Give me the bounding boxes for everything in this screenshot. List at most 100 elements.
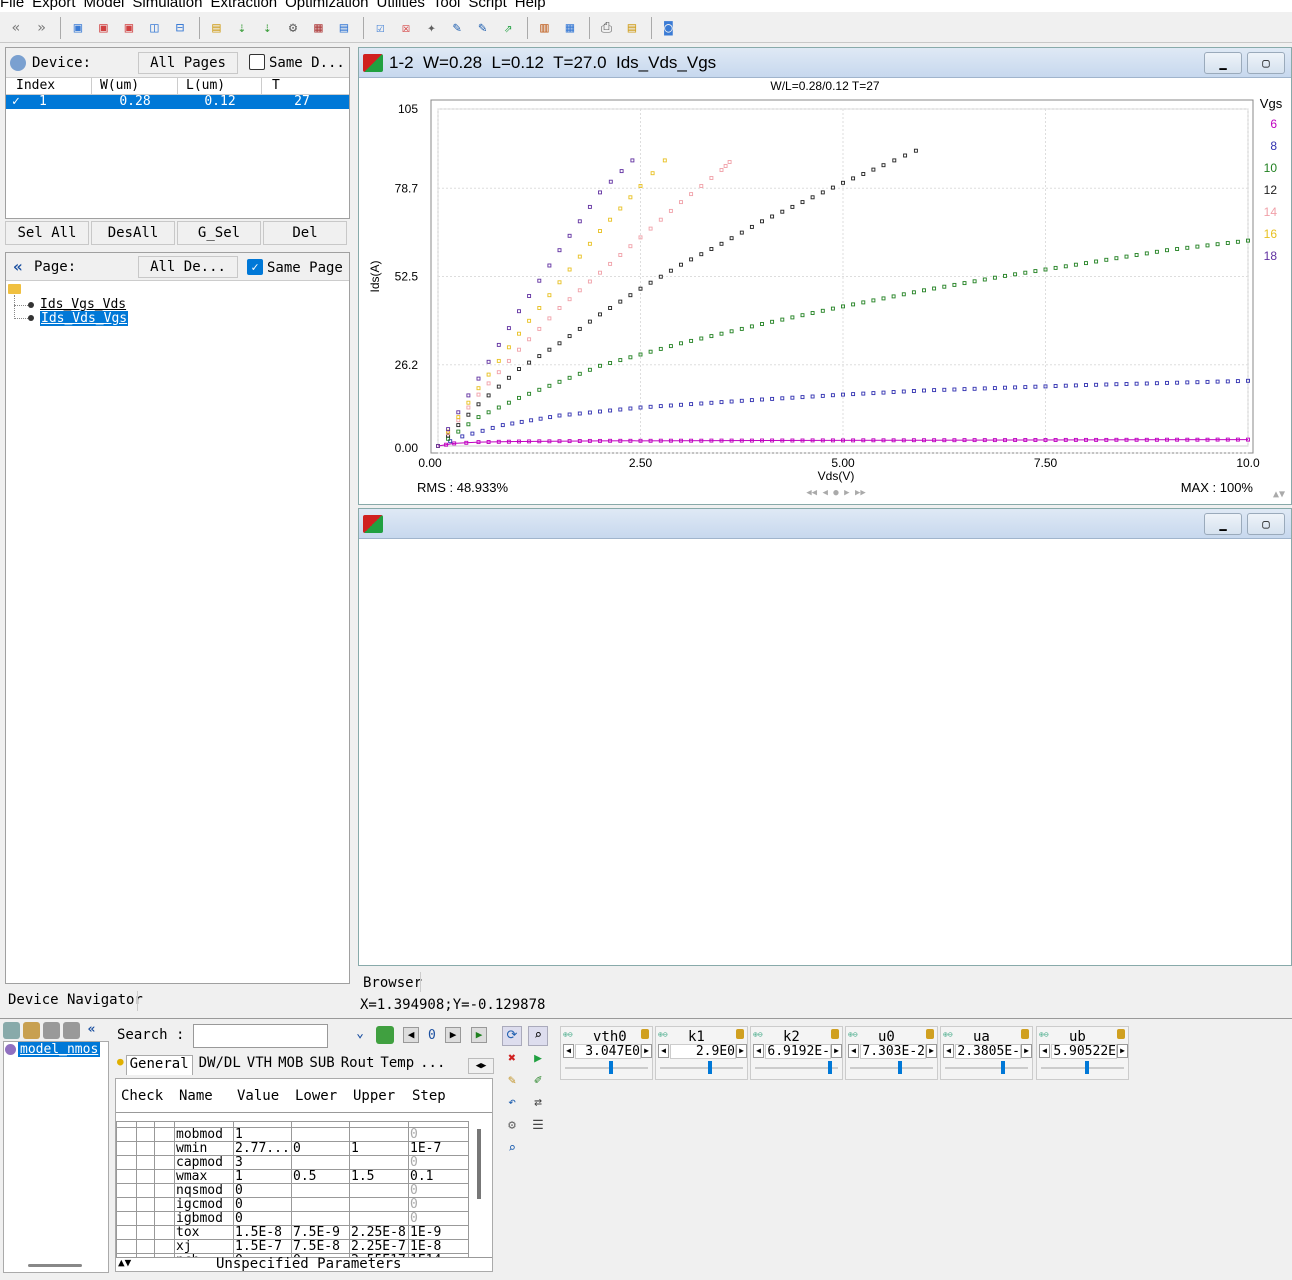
next-icon[interactable]: ▶	[445, 1027, 461, 1043]
slider-thumb[interactable]	[1001, 1061, 1006, 1074]
row-check-cell[interactable]	[154, 1127, 175, 1142]
parameter-slider-k1[interactable]: ⊕⊖ k1 ◀ 2.9E0 ▶	[655, 1026, 748, 1080]
decrement-button[interactable]: ◀	[848, 1044, 859, 1058]
table-row[interactable]: tox 1.5E-8 7.5E-9 2.25E-8 1E-9	[116, 1225, 469, 1240]
param-step[interactable]: 0	[408, 1155, 469, 1170]
table-icon[interactable]: ▦	[558, 16, 582, 40]
check-list-icon[interactable]: ☑	[369, 16, 393, 40]
slider-thumb[interactable]	[897, 1061, 902, 1074]
increment-button[interactable]: ▶	[641, 1044, 652, 1058]
new-window-icon[interactable]: ▣	[66, 16, 90, 40]
link-icon[interactable]: ⊕⊖	[658, 1030, 668, 1039]
lock-icon[interactable]	[831, 1029, 839, 1039]
row-check-cell[interactable]	[136, 1127, 155, 1142]
tab-temp[interactable]: Temp	[380, 1055, 414, 1075]
row-check-cell[interactable]	[116, 1211, 137, 1226]
menu-item[interactable]: Model	[84, 0, 125, 11]
slider-thumb[interactable]	[827, 1061, 832, 1074]
table-row[interactable]: nqsmod 0 0	[116, 1183, 469, 1198]
row-check-cell[interactable]	[154, 1225, 175, 1240]
brush-icon[interactable]: ✎	[502, 1072, 522, 1092]
param-lower[interactable]	[291, 1197, 350, 1212]
param-step[interactable]: 0	[408, 1211, 469, 1226]
param-upper[interactable]	[349, 1211, 409, 1226]
unlink-icon[interactable]	[63, 1022, 80, 1039]
compare-icon[interactable]: ⇄	[528, 1094, 548, 1114]
page-item[interactable]: Ids_Vgs_Vds	[40, 297, 126, 312]
table-row[interactable]: wmax 1 0.5 1.5 0.1	[116, 1169, 469, 1184]
menu-item[interactable]: Export	[32, 0, 75, 11]
book-icon[interactable]: ▥	[533, 16, 557, 40]
increment-button[interactable]: ▶	[736, 1044, 747, 1058]
device-row[interactable]: ✓ 1 0.28 0.12 27	[6, 95, 349, 109]
row-check-cell[interactable]	[116, 1127, 137, 1142]
param-step[interactable]: 1E-8	[408, 1239, 469, 1254]
param-lower[interactable]	[291, 1183, 350, 1198]
row-check-cell[interactable]	[116, 1141, 137, 1156]
link-icon[interactable]: ⊕⊖	[943, 1030, 953, 1039]
param-step[interactable]: 0	[408, 1127, 469, 1142]
decrement-button[interactable]: ◀	[563, 1044, 574, 1058]
minimize-button[interactable]: ▁	[1204, 51, 1242, 74]
param-upper[interactable]: 1	[349, 1141, 409, 1156]
page-icon[interactable]: ▦	[307, 16, 331, 40]
sort-arrows-icon[interactable]: ▲▼	[118, 1256, 131, 1269]
slider-track[interactable]	[660, 1067, 743, 1069]
tab-mob[interactable]: MOB	[278, 1055, 303, 1075]
all-devices-button[interactable]: All De...	[138, 256, 238, 278]
unspecified-parameters[interactable]: Unspecified Parameters	[216, 1256, 401, 1271]
param-lower[interactable]: 0.5	[291, 1169, 350, 1184]
link-icon[interactable]: ⊕⊖	[848, 1030, 858, 1039]
prev-icon[interactable]: ◀	[403, 1027, 419, 1043]
open-folder-icon[interactable]: ▤	[205, 16, 229, 40]
back-icon[interactable]: «	[4, 16, 28, 40]
go-icon[interactable]: ▶	[471, 1027, 487, 1043]
menu-item[interactable]: Extraction	[210, 0, 277, 11]
edit-icon[interactable]: ✐	[528, 1072, 548, 1092]
settings-gear-icon[interactable]: ⚙	[281, 16, 305, 40]
maximize-button[interactable]: ▢	[1247, 51, 1285, 74]
decrement-button[interactable]: ◀	[658, 1044, 669, 1058]
row-check-cell[interactable]	[136, 1225, 155, 1240]
refresh-icon[interactable]: ⟳	[502, 1026, 522, 1046]
parameter-slider-u0[interactable]: ⊕⊖ u0 ◀ 7.303E-2 ▶	[845, 1026, 938, 1080]
delete-window-icon[interactable]: ▣	[117, 16, 141, 40]
param-upper[interactable]: 2.25E-7	[349, 1239, 409, 1254]
param-value[interactable]: 1.5E-7	[233, 1239, 292, 1254]
param-lower[interactable]: 7.5E-9	[291, 1225, 350, 1240]
slider-track[interactable]	[565, 1067, 648, 1069]
row-check-cell[interactable]	[136, 1211, 155, 1226]
parameter-scrollbar[interactable]	[477, 1129, 481, 1199]
play-icon[interactable]: ▶	[528, 1050, 548, 1070]
param-value[interactable]: 0	[233, 1197, 292, 1212]
list-icon[interactable]: ☰	[528, 1117, 548, 1137]
decrement-button[interactable]: ◀	[943, 1044, 954, 1058]
model-icon[interactable]	[3, 1022, 20, 1039]
import-icon[interactable]: ⇣	[230, 16, 254, 40]
tab-scroll-arrows[interactable]: ◀▶	[468, 1058, 494, 1074]
param-step[interactable]: 1E-7	[408, 1141, 469, 1156]
row-check-cell[interactable]	[116, 1169, 137, 1184]
lock-icon[interactable]	[1021, 1029, 1029, 1039]
row-check-cell[interactable]	[136, 1197, 155, 1212]
slider-value[interactable]: 2.9E0	[670, 1044, 736, 1059]
row-check-cell[interactable]	[154, 1169, 175, 1184]
magic-wand-icon[interactable]: ✦	[420, 16, 444, 40]
param-upper[interactable]	[349, 1127, 409, 1142]
export-icon[interactable]: ⇣	[256, 16, 280, 40]
menu-item[interactable]: Utilities	[377, 0, 425, 11]
row-check-cell[interactable]	[116, 1155, 137, 1170]
row-check-cell[interactable]	[154, 1197, 175, 1212]
note-icon[interactable]: ▤	[620, 16, 644, 40]
same-page-checkbox[interactable]: ✓	[247, 259, 263, 275]
param-step[interactable]: 0.1	[408, 1169, 469, 1184]
pin2-icon[interactable]: ✎	[471, 16, 495, 40]
table-row[interactable]: mobmod 1 0	[116, 1127, 469, 1142]
slider-value[interactable]: 2.3805E-	[955, 1044, 1021, 1059]
param-value[interactable]: 3	[233, 1155, 292, 1170]
row-check-cell[interactable]	[154, 1183, 175, 1198]
param-step[interactable]: 1E-9	[408, 1225, 469, 1240]
row-check[interactable]: ✓	[6, 95, 26, 109]
group-select-button[interactable]: G_Sel	[177, 221, 261, 245]
zoom-icon[interactable]: ⌕	[528, 1026, 548, 1046]
